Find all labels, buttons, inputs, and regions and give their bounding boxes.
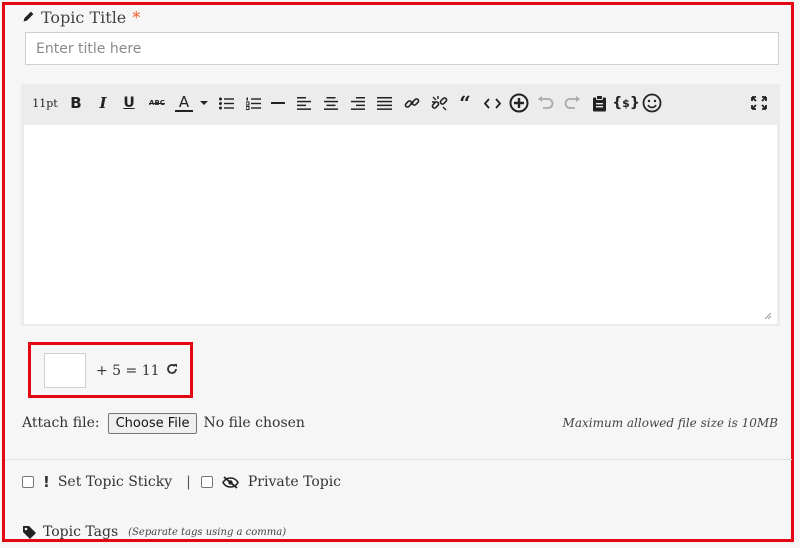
horizontal-rule-icon[interactable] xyxy=(270,92,286,114)
unlink-icon[interactable] xyxy=(429,92,449,114)
link-icon[interactable] xyxy=(403,92,421,114)
clipboard-icon[interactable] xyxy=(589,92,609,114)
shortcode-icon[interactable]: {$} xyxy=(612,92,640,114)
private-checkbox[interactable] xyxy=(200,476,213,488)
bullet-list-icon[interactable] xyxy=(217,92,235,114)
attach-file-label: Attach file: xyxy=(22,415,100,431)
editor-content-area[interactable] xyxy=(24,125,777,324)
topic-tags-note: (Separate tags using a comma) xyxy=(128,526,287,538)
tag-icon xyxy=(22,525,37,540)
choose-file-button[interactable]: Choose File xyxy=(107,412,198,434)
font-size-button[interactable]: 11pt xyxy=(31,92,59,114)
topic-title-label: Topic Title xyxy=(41,7,127,27)
align-left-icon[interactable] xyxy=(296,92,312,114)
align-center-icon[interactable] xyxy=(323,92,339,114)
code-icon[interactable] xyxy=(482,92,502,114)
captcha-expression-row: + 5 = 11 xyxy=(96,362,178,380)
justify-icon[interactable] xyxy=(376,92,392,114)
italic-button[interactable]: I xyxy=(95,92,111,114)
pencil-icon xyxy=(22,8,35,27)
resize-grip-icon[interactable] xyxy=(764,312,772,320)
strikethrough-button[interactable]: ABC xyxy=(147,92,167,114)
section-divider xyxy=(5,459,792,460)
align-right-icon[interactable] xyxy=(350,92,366,114)
sticky-checkbox[interactable] xyxy=(22,476,34,488)
fullscreen-icon[interactable] xyxy=(749,92,769,114)
refresh-icon[interactable] xyxy=(166,363,178,379)
redo-icon[interactable] xyxy=(562,92,582,114)
topic-title-input[interactable] xyxy=(25,32,779,65)
undo-icon[interactable] xyxy=(535,92,555,114)
private-label: Private Topic xyxy=(247,474,342,490)
numbered-list-icon[interactable] xyxy=(244,92,262,114)
file-status: No file chosen xyxy=(203,415,305,431)
underline-button[interactable]: U xyxy=(121,92,137,114)
topic-tags-row: Topic Tags (Separate tags using a comma) xyxy=(22,522,286,542)
attach-file-row: Attach file: Choose File No file chosen xyxy=(22,411,305,435)
max-file-size-note: Maximum allowed file size is 10MB xyxy=(562,416,778,430)
text-color-button[interactable]: A xyxy=(172,92,196,114)
sticky-label: Set Topic Sticky xyxy=(57,474,173,490)
required-mark: * xyxy=(132,7,141,27)
exclamation-icon: ! xyxy=(43,473,50,491)
eye-slash-icon xyxy=(221,475,239,489)
options-separator: | xyxy=(186,474,191,490)
captcha-answer-input[interactable] xyxy=(44,353,86,388)
blockquote-icon[interactable]: “ xyxy=(457,92,473,114)
emoji-icon[interactable] xyxy=(641,92,663,114)
captcha-expression: + 5 = 11 xyxy=(96,363,160,379)
plus-circle-icon[interactable] xyxy=(508,92,530,114)
bold-button[interactable]: B xyxy=(68,92,84,114)
topic-options-row: ! Set Topic Sticky | Private Topic xyxy=(22,472,341,492)
topic-title-label-row: Topic Title * xyxy=(22,6,140,28)
chevron-down-icon[interactable] xyxy=(198,92,210,114)
topic-tags-label: Topic Tags xyxy=(43,524,119,540)
